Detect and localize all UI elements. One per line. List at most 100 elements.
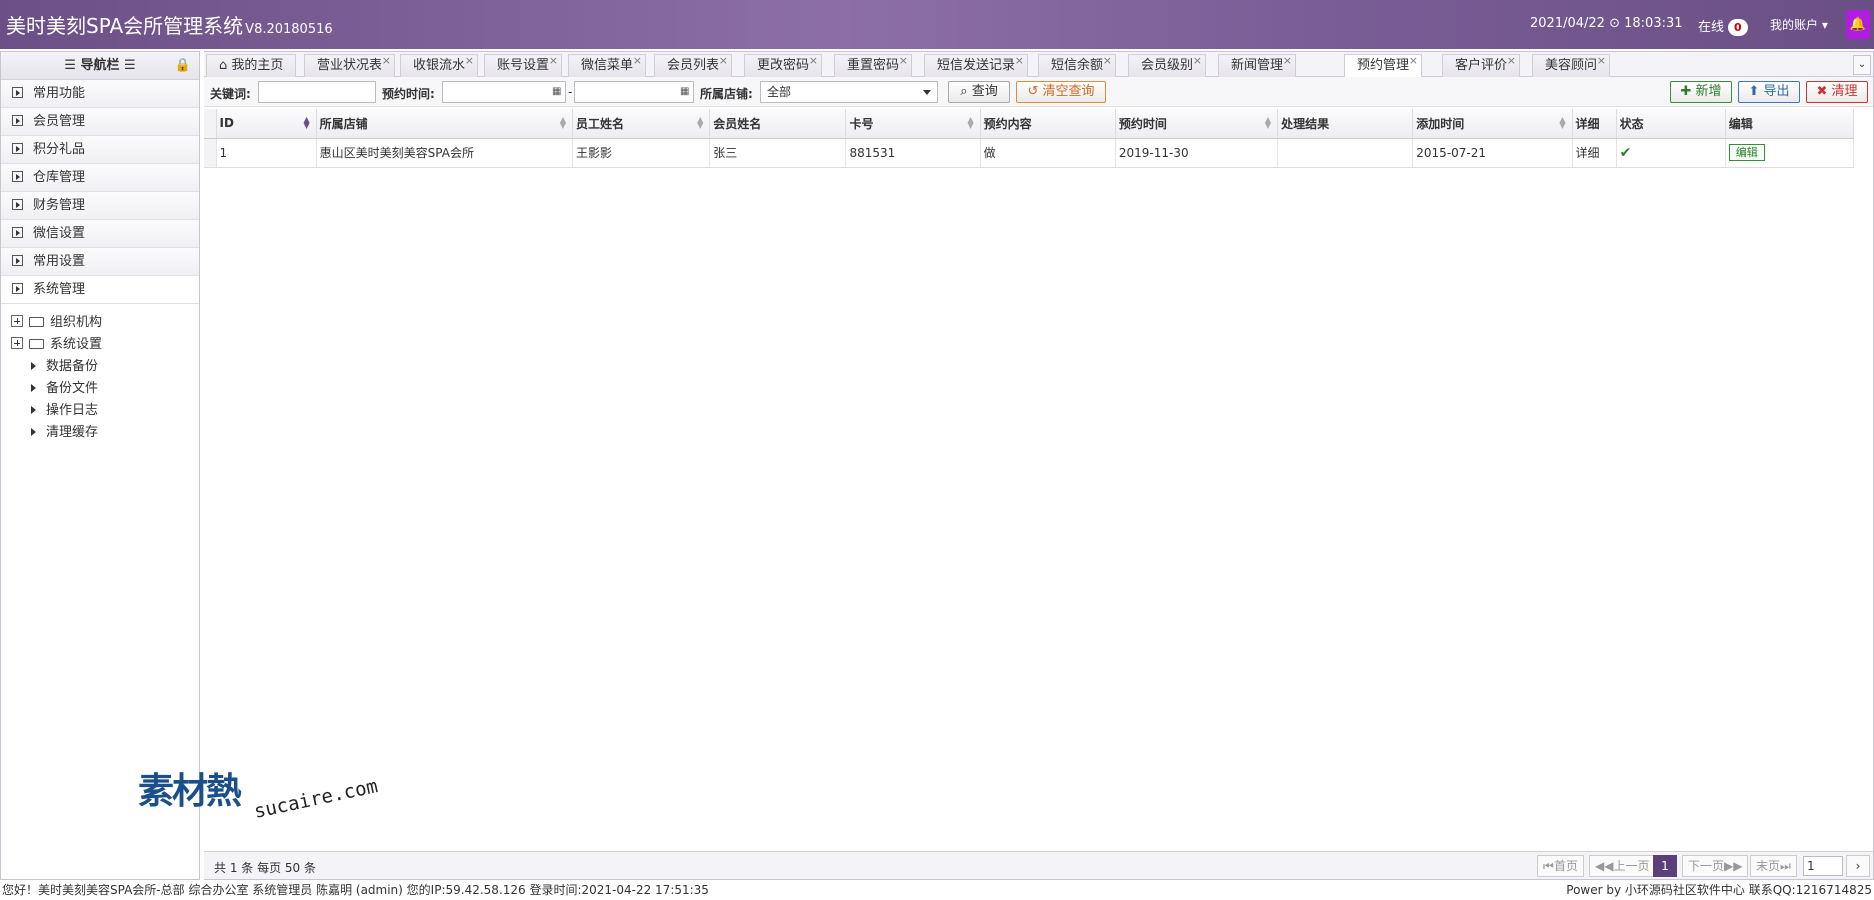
close-icon[interactable]: ×: [1103, 50, 1112, 72]
store-select[interactable]: 全部: [760, 81, 938, 103]
row-number-header: [204, 109, 217, 139]
date-start-input[interactable]: [442, 81, 566, 103]
cell-detail-link[interactable]: 详细: [1572, 138, 1617, 168]
next-page-button[interactable]: 下一页▶▶: [1682, 855, 1749, 877]
export-button[interactable]: ⬆ 导出: [1738, 81, 1800, 103]
sort-icon[interactable]: ▲ ▼: [967, 116, 973, 130]
sort-icon[interactable]: ▲ ▼: [304, 116, 310, 130]
keyword-input[interactable]: [258, 81, 376, 103]
close-icon[interactable]: ×: [549, 50, 558, 72]
tab-account-settings[interactable]: 账号设置 ×: [484, 54, 563, 77]
column-header-detail: 详细: [1572, 109, 1617, 139]
tab-wechat-menu[interactable]: 微信菜单 ×: [568, 54, 647, 77]
tab-customer-reviews[interactable]: 客户评价 ×: [1442, 54, 1521, 77]
tab-beauty-consultant[interactable]: 美容顾问 ×: [1532, 54, 1611, 77]
tree-item-data-backup[interactable]: 数据备份: [1, 356, 199, 378]
watermark-logo: 素材熱 sucaire.com: [138, 762, 388, 823]
close-icon[interactable]: ×: [382, 50, 391, 72]
sort-icon[interactable]: ▲ ▼: [1559, 116, 1565, 130]
close-icon[interactable]: ×: [719, 50, 728, 72]
tab-sms-records[interactable]: 短信发送记录 ×: [924, 54, 1029, 77]
tab-business-status[interactable]: 营业状况表 ×: [304, 54, 396, 77]
tree-item-operation-log[interactable]: 操作日志: [1, 400, 199, 422]
close-icon[interactable]: ×: [1193, 50, 1202, 72]
expand-icon: [12, 115, 23, 126]
column-header-added-time[interactable]: 添加时间 ▲ ▼: [1412, 109, 1573, 139]
chevron-down-icon[interactable]: ⌄: [1853, 55, 1871, 75]
close-icon[interactable]: ×: [899, 50, 908, 72]
close-icon[interactable]: ×: [1507, 50, 1516, 72]
column-header-booking-time[interactable]: 预约时间 ▲ ▼: [1115, 109, 1279, 139]
sidebar-header: ☰ 导航栏 ☰ 🔒: [1, 52, 199, 80]
tree-node-organization[interactable]: 组织机构: [1, 312, 199, 334]
add-button[interactable]: ✚ 新增: [1670, 81, 1732, 103]
column-header-edit: 编辑: [1725, 109, 1855, 139]
close-icon[interactable]: ×: [633, 50, 642, 72]
caret-right-icon: [31, 362, 36, 370]
lock-icon[interactable]: 🔒: [175, 52, 191, 80]
date-text: 2021/04/22: [1530, 16, 1605, 31]
plus-icon[interactable]: [11, 337, 23, 349]
current-page[interactable]: 1: [1653, 855, 1677, 877]
close-icon[interactable]: ×: [1409, 50, 1418, 72]
sidebar-item-member-management[interactable]: 会员管理: [1, 108, 199, 136]
tab-member-level[interactable]: 会员级别 ×: [1128, 54, 1207, 77]
close-icon[interactable]: ×: [1597, 50, 1606, 72]
sidebar-item-system-management[interactable]: 系统管理: [1, 276, 199, 304]
edit-button[interactable]: 编辑: [1728, 144, 1765, 161]
tab-booking-management[interactable]: 预约管理 ×: [1344, 54, 1423, 78]
calendar-icon[interactable]: ▦: [552, 86, 561, 97]
sidebar-item-wechat-settings[interactable]: 微信设置: [1, 220, 199, 248]
tree-item-clear-cache[interactable]: 清理缓存: [1, 422, 199, 444]
column-header-card[interactable]: 卡号 ▲ ▼: [845, 109, 981, 139]
tab-bar: ⌂ 我的主页 营业状况表 × 收银流水 × 账号设置 × 微信菜单 × 会员列表 × 更改…: [204, 52, 1873, 78]
close-icon[interactable]: ×: [809, 50, 818, 72]
tab-sms-balance[interactable]: 短信余额 ×: [1038, 54, 1117, 77]
close-icon[interactable]: ×: [465, 50, 474, 72]
sidebar-item-common-settings[interactable]: 常用设置: [1, 248, 199, 276]
tab-reset-password[interactable]: 重置密码 ×: [834, 54, 913, 77]
first-page-button[interactable]: ⏮首页: [1537, 855, 1584, 877]
column-header-id[interactable]: ID ▲ ▼: [216, 109, 317, 139]
sidebar-item-warehouse[interactable]: 仓库管理: [1, 164, 199, 192]
pagination-info: 共 1 条 每页 50 条: [214, 861, 316, 875]
expand-icon: [12, 255, 23, 266]
sort-icon[interactable]: ▲ ▼: [697, 116, 703, 130]
sidebar-item-finance[interactable]: 财务管理: [1, 192, 199, 220]
check-icon[interactable]: ✔: [1620, 145, 1632, 161]
clear-query-button[interactable]: ↺ 清空查询: [1016, 81, 1106, 103]
tree-node-system-settings[interactable]: 系统设置: [1, 334, 199, 356]
last-page-button[interactable]: 末页⏭: [1750, 855, 1797, 877]
column-header-staff[interactable]: 员工姓名 ▲ ▼: [572, 109, 711, 139]
search-icon: ⌕: [960, 84, 968, 99]
tree-item-backup-files[interactable]: 备份文件: [1, 378, 199, 400]
tab-change-password[interactable]: 更改密码 ×: [744, 54, 823, 77]
cell-content: 做: [980, 138, 1116, 168]
sort-icon[interactable]: ▲ ▼: [1265, 116, 1271, 130]
bell-icon[interactable]: 🔔: [1846, 10, 1870, 39]
chevron-right-icon[interactable]: ›: [1846, 855, 1870, 877]
sidebar-item-common-functions[interactable]: 常用功能: [1, 80, 199, 108]
sort-icon[interactable]: ▲ ▼: [560, 116, 566, 130]
close-icon[interactable]: ×: [1015, 50, 1024, 72]
cell-added-time: 2015-07-21: [1412, 138, 1573, 168]
close-icon[interactable]: ×: [1283, 50, 1292, 72]
table-row[interactable]: 1 惠山区美时美刻美容SPA会所 王影影 张三 881531 做 2019-11…: [204, 138, 1855, 168]
wipe-button[interactable]: ✖ 清理: [1806, 81, 1868, 103]
calendar-icon[interactable]: ▦: [680, 86, 689, 97]
online-status[interactable]: 在线 0: [1698, 16, 1748, 36]
page-number-input[interactable]: 1: [1803, 856, 1843, 876]
tab-news-management[interactable]: 新闻管理 ×: [1218, 54, 1297, 77]
date-end-input[interactable]: [574, 81, 694, 103]
account-menu[interactable]: 我的账户 ▾: [1770, 16, 1828, 33]
tab-home[interactable]: ⌂ 我的主页: [206, 54, 297, 77]
search-button[interactable]: ⌕ 查询: [948, 81, 1010, 103]
sidebar: ☰ 导航栏 ☰ 🔒 常用功能 会员管理 积分礼品 仓库管理 财务管理 微信设置 …: [0, 51, 200, 880]
sidebar-item-points-gifts[interactable]: 积分礼品: [1, 136, 199, 164]
plus-icon[interactable]: [11, 315, 23, 327]
tab-cash-flow[interactable]: 收银流水 ×: [400, 54, 479, 77]
cell-edit: 编辑: [1725, 138, 1855, 168]
column-header-store[interactable]: 所属店铺 ▲ ▼: [316, 109, 574, 139]
prev-page-button[interactable]: ◀◀上一页: [1589, 855, 1656, 877]
tab-member-list[interactable]: 会员列表 ×: [654, 54, 733, 77]
